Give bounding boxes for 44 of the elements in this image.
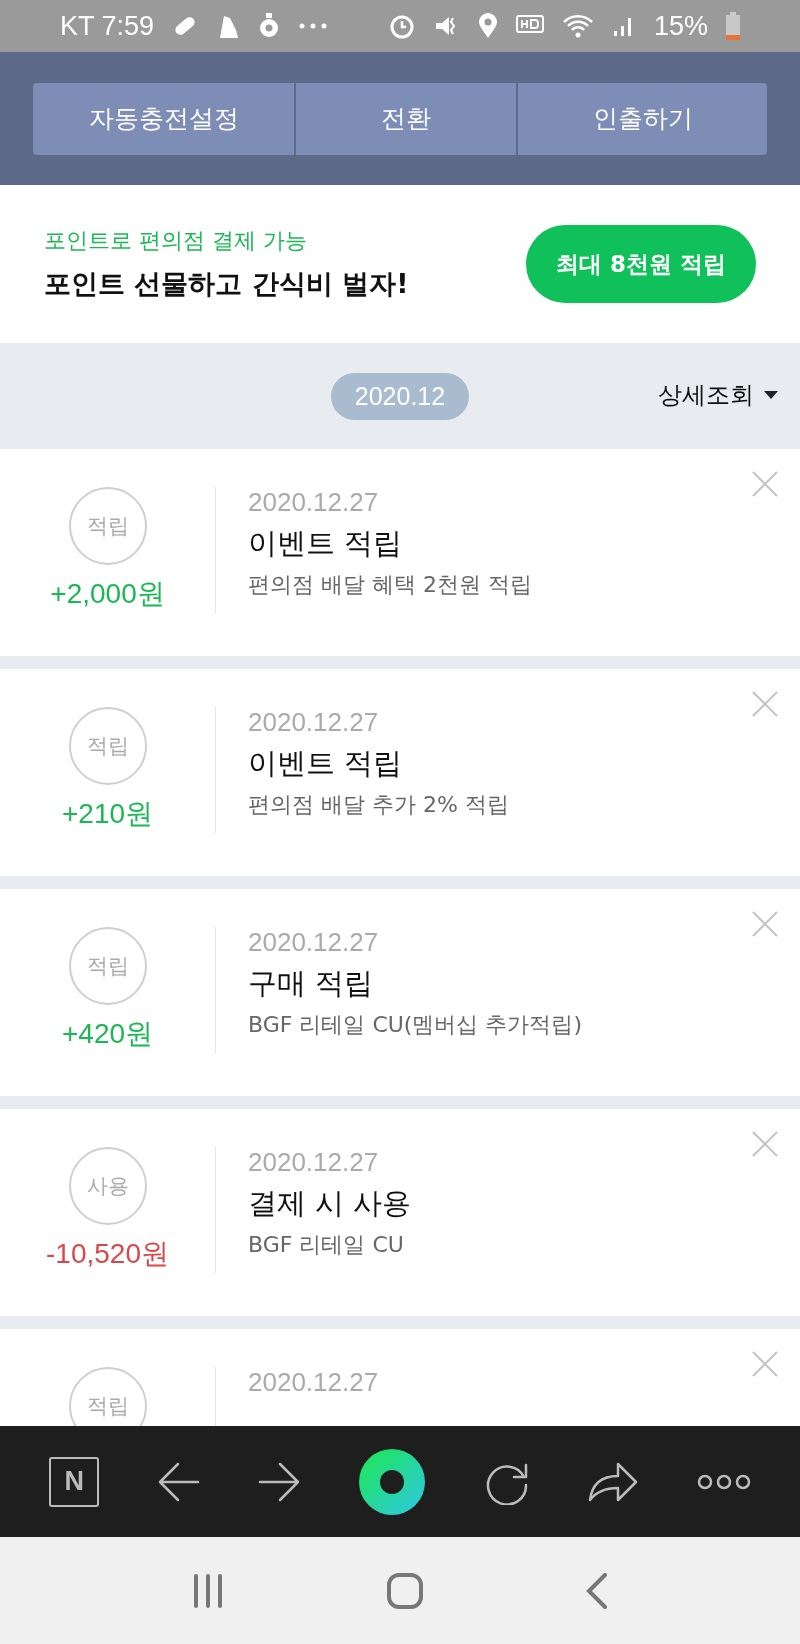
entry-date: 2020.12.27	[248, 1367, 379, 1398]
entry-title: 이벤트 적립	[248, 525, 404, 562]
type-badge: 사용	[68, 1147, 147, 1225]
entry-detail: BGF 리테일 CU	[248, 1231, 405, 1259]
carrier-time: KT 7:59	[60, 10, 155, 42]
amount: +210원	[61, 797, 154, 831]
entry-title: 구매 적립	[248, 965, 375, 1002]
battery-percent: 15%	[653, 10, 708, 42]
caret-icon	[764, 391, 778, 399]
amount: -10,520원	[46, 1237, 169, 1271]
type-badge: 적립	[68, 487, 147, 565]
more-dots-icon	[298, 22, 329, 30]
entry-date: 2020.12.27	[248, 707, 380, 738]
recent-apps-icon[interactable]	[191, 1573, 224, 1608]
amount: +420원	[61, 1017, 154, 1051]
wifi-icon	[561, 13, 594, 39]
header-button[interactable]: 자동충전설정	[33, 82, 295, 155]
entry-title: 결제 시 사용	[248, 1185, 412, 1222]
month-label[interactable]: 2020.12	[330, 372, 470, 420]
back-icon[interactable]	[586, 1572, 609, 1609]
entry-date: 2020.12.27	[248, 1147, 380, 1178]
promo-title: 포인트 선물하고 간식비 벌자!	[44, 267, 409, 301]
type-badge: 적립	[68, 707, 147, 785]
entry-detail: 편의점 배달 추가 2% 적립	[248, 791, 509, 819]
filter-dropdown[interactable]: 상세조회	[658, 379, 778, 411]
forward-arrow-icon[interactable]	[258, 1461, 301, 1502]
more-icon[interactable]	[696, 1473, 751, 1490]
promo-button[interactable]: 최대 8천원 적립	[525, 225, 756, 303]
back-arrow-icon[interactable]	[157, 1461, 200, 1502]
entry-title: 이벤트 적립	[248, 745, 404, 782]
location-icon	[477, 13, 498, 39]
home-icon[interactable]	[387, 1572, 423, 1609]
header-button[interactable]: 전환	[296, 82, 517, 155]
entry-date: 2020.12.27	[248, 487, 380, 518]
home-logo[interactable]: N	[49, 1456, 100, 1507]
entry-date: 2020.12.27	[248, 927, 380, 958]
promo-subtitle: 포인트로 편의점 결제 가능	[44, 227, 308, 255]
entry-detail: 편의점 배달 혜택 2천원 적립	[248, 571, 532, 599]
battery-icon	[726, 12, 740, 40]
type-badge: 적립	[68, 927, 147, 1005]
header-button[interactable]: 인출하기	[518, 82, 767, 155]
ring-icon[interactable]	[358, 1448, 425, 1515]
entry-detail: BGF 리테일 CU(멤버십 추가적립)	[248, 1011, 583, 1039]
amount: +2,000원	[50, 577, 165, 611]
